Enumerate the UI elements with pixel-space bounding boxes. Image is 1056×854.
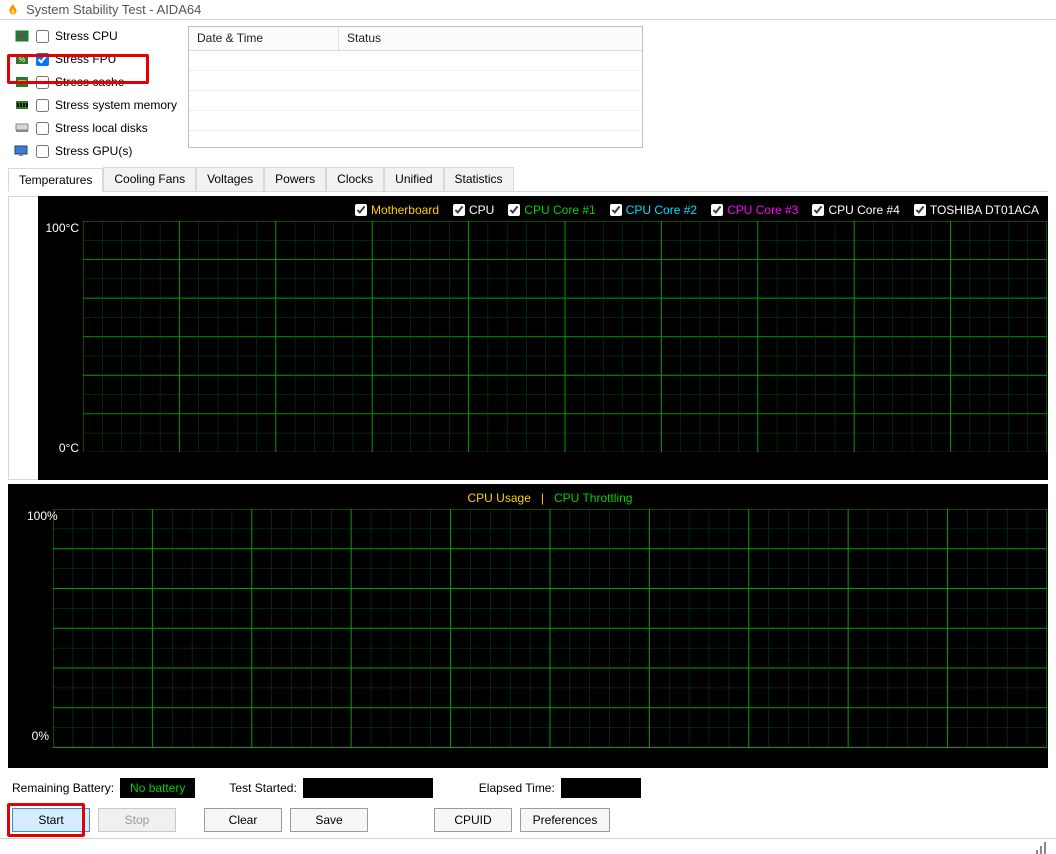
stress-options-panel: Stress CPU% Stress FPU Stress cache Stress … <box>8 26 178 161</box>
usage-graph: 100% 0% CPU Usage | CPU Throttling <box>8 484 1048 768</box>
event-log-table: Date & Time Status <box>188 26 643 148</box>
cpuid-button[interactable]: CPUID <box>434 808 512 832</box>
tab-unified[interactable]: Unified <box>384 167 443 191</box>
statusbar <box>0 838 1056 854</box>
event-log-body <box>189 51 642 149</box>
legend-item: CPU Throttling <box>554 491 632 505</box>
legend-label: CPU Throttling <box>554 491 632 505</box>
legend-label: CPU Core #3 <box>727 203 798 217</box>
legend-label: CPU Usage <box>468 491 531 505</box>
stop-button: Stop <box>98 808 176 832</box>
hardware-icon <box>14 98 30 112</box>
preferences-button[interactable]: Preferences <box>520 808 610 832</box>
legend-checkbox[interactable] <box>508 204 520 216</box>
stress-label: Stress system memory <box>55 98 177 112</box>
legend-separator: | <box>541 491 544 505</box>
tab-clocks[interactable]: Clocks <box>326 167 384 191</box>
test-started-value <box>303 778 433 798</box>
legend-checkbox[interactable] <box>914 204 926 216</box>
stress-checkbox[interactable] <box>36 53 49 66</box>
stress-checkbox[interactable] <box>36 99 49 112</box>
legend-item[interactable]: CPU Core #3 <box>711 203 798 217</box>
status-row: Remaining Battery: No battery Test Start… <box>0 768 1056 800</box>
graph-gutter <box>8 196 38 480</box>
test-started-label: Test Started: <box>229 781 296 795</box>
legend-item[interactable]: CPU Core #2 <box>610 203 697 217</box>
hardware-icon <box>14 29 30 43</box>
hardware-icon <box>14 144 30 158</box>
graph2-ymax: 100% <box>27 509 49 523</box>
legend-label: CPU Core #1 <box>524 203 595 217</box>
legend-checkbox[interactable] <box>610 204 622 216</box>
legend-item[interactable]: Motherboard <box>355 203 439 217</box>
tab-temperatures[interactable]: Temperatures <box>8 168 103 192</box>
graph1-ymax: 100°C <box>39 221 79 235</box>
hardware-icon <box>14 75 30 89</box>
legend-item[interactable]: CPU <box>453 203 494 217</box>
legend-item[interactable]: CPU Core #4 <box>812 203 899 217</box>
stress-label: Stress CPU <box>55 29 118 43</box>
stress-option-stress-local-disks[interactable]: Stress local disks <box>14 118 178 138</box>
window-title: System Stability Test - AIDA64 <box>26 2 201 17</box>
legend-checkbox[interactable] <box>355 204 367 216</box>
stress-checkbox[interactable] <box>36 76 49 89</box>
legend-checkbox[interactable] <box>453 204 465 216</box>
stress-option-stress-gpu-s-[interactable]: Stress GPU(s) <box>14 141 178 161</box>
tab-cooling-fans[interactable]: Cooling Fans <box>103 167 196 191</box>
legend-item[interactable]: TOSHIBA DT01ACA <box>914 203 1039 217</box>
svg-text:%: % <box>19 57 25 64</box>
stress-option-stress-fpu[interactable]: % Stress FPU <box>14 49 178 69</box>
stress-checkbox[interactable] <box>36 145 49 158</box>
clear-button[interactable]: Clear <box>204 808 282 832</box>
stress-label: Stress cache <box>55 75 124 89</box>
graph2-ymin: 0% <box>27 729 49 743</box>
legend-checkbox[interactable] <box>812 204 824 216</box>
battery-label: Remaining Battery: <box>12 781 114 795</box>
temperature-graph: 100°C 0°C Motherboard CPU CPU Core #1 CPU C… <box>8 196 1048 480</box>
graph-tabs: TemperaturesCooling FansVoltagesPowersCl… <box>8 167 1048 192</box>
legend-label: CPU Core #4 <box>828 203 899 217</box>
log-header-datetime[interactable]: Date & Time <box>189 27 339 50</box>
legend-label: Motherboard <box>371 203 439 217</box>
stress-option-stress-cache[interactable]: Stress cache <box>14 72 178 92</box>
resize-grip-icon[interactable] <box>1036 840 1052 854</box>
legend-label: TOSHIBA DT01ACA <box>930 203 1039 217</box>
legend-label: CPU Core #2 <box>626 203 697 217</box>
legend-item[interactable]: CPU Core #1 <box>508 203 595 217</box>
stress-option-stress-system-memory[interactable]: Stress system memory <box>14 95 178 115</box>
stress-checkbox[interactable] <box>36 122 49 135</box>
stress-label: Stress GPU(s) <box>55 144 132 158</box>
save-button[interactable]: Save <box>290 808 368 832</box>
log-header-status[interactable]: Status <box>339 27 642 50</box>
tab-statistics[interactable]: Statistics <box>444 167 514 191</box>
tab-voltages[interactable]: Voltages <box>196 167 264 191</box>
legend-label: CPU <box>469 203 494 217</box>
buttons-row: Start Stop Clear Save CPUID Preferences <box>0 800 1056 838</box>
graph1-ymin: 0°C <box>39 441 79 455</box>
elapsed-label: Elapsed Time: <box>479 781 555 795</box>
hardware-icon: % <box>14 52 30 66</box>
legend-item: CPU Usage <box>468 491 531 505</box>
stress-checkbox[interactable] <box>36 30 49 43</box>
elapsed-value <box>561 778 641 798</box>
stress-label: Stress local disks <box>55 121 148 135</box>
stress-option-stress-cpu[interactable]: Stress CPU <box>14 26 178 46</box>
tab-powers[interactable]: Powers <box>264 167 326 191</box>
start-button[interactable]: Start <box>12 808 90 832</box>
legend-checkbox[interactable] <box>711 204 723 216</box>
app-icon <box>6 3 20 17</box>
hardware-icon <box>14 121 30 135</box>
stress-label: Stress FPU <box>55 52 116 66</box>
titlebar: System Stability Test - AIDA64 <box>0 0 1056 20</box>
battery-value: No battery <box>120 778 195 798</box>
